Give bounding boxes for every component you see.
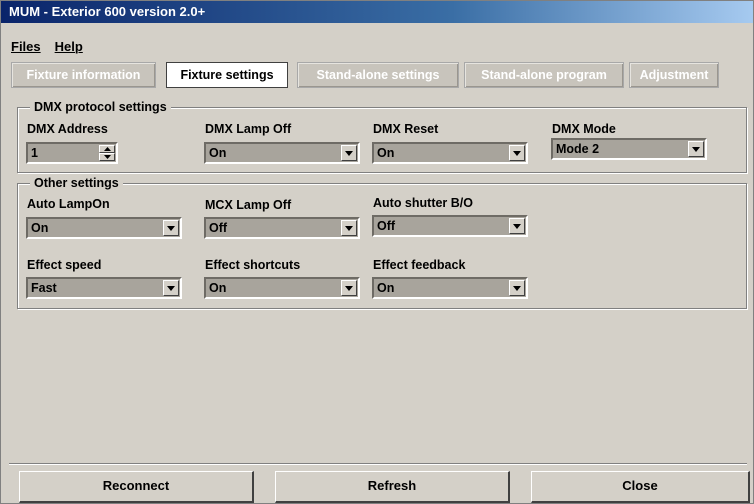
chevron-down-icon — [345, 286, 353, 291]
effect-feedback-value: On — [377, 281, 395, 295]
spin-down-button[interactable] — [99, 153, 115, 161]
spin-up-button[interactable] — [99, 145, 115, 153]
arrow-up-icon — [104, 147, 111, 151]
dropdown-button[interactable] — [509, 145, 525, 161]
effect-feedback-label: Effect feedback — [373, 258, 466, 272]
auto-lamp-on-select[interactable]: On — [26, 217, 182, 239]
chevron-down-icon — [345, 151, 353, 156]
chevron-down-icon — [513, 286, 521, 291]
auto-shutter-label: Auto shutter B/O — [373, 196, 473, 210]
chevron-down-icon — [167, 286, 175, 291]
window-title: MUM - Exterior 600 version 2.0+ — [9, 4, 206, 19]
reconnect-button[interactable]: Reconnect — [19, 471, 254, 503]
effect-shortcuts-select[interactable]: On — [204, 277, 360, 299]
chevron-down-icon — [513, 151, 521, 156]
auto-lamp-on-label: Auto LampOn — [27, 197, 110, 211]
bottom-divider — [9, 463, 747, 464]
mcx-lamp-off-label: MCX Lamp Off — [205, 198, 292, 212]
chevron-down-icon — [167, 226, 175, 231]
dmx-mode-value: Mode 2 — [556, 142, 600, 156]
effect-speed-select[interactable]: Fast — [26, 277, 182, 299]
dmx-reset-value: On — [377, 146, 395, 160]
tab-stand-alone-program[interactable]: Stand-alone program — [464, 62, 624, 88]
tab-fixture-settings[interactable]: Fixture settings — [166, 62, 288, 88]
effect-speed-label: Effect speed — [27, 258, 102, 272]
tab-adjustment[interactable]: Adjustment — [629, 62, 719, 88]
dropdown-button[interactable] — [163, 220, 179, 236]
dmx-group-legend: DMX protocol settings — [30, 99, 171, 115]
effect-speed-value: Fast — [31, 281, 57, 295]
arrow-down-icon — [104, 155, 111, 159]
dmx-lamp-off-value: On — [209, 146, 227, 160]
dmx-lamp-off-label: DMX Lamp Off — [205, 122, 292, 136]
refresh-button[interactable]: Refresh — [275, 471, 510, 503]
menu-files[interactable]: Files — [11, 39, 41, 57]
dropdown-button[interactable] — [509, 280, 525, 296]
chevron-down-icon — [692, 147, 700, 152]
menu-bar: Files Help — [11, 39, 83, 57]
effect-shortcuts-label: Effect shortcuts — [205, 258, 301, 272]
dropdown-button[interactable] — [341, 220, 357, 236]
dmx-address-spinner[interactable]: 1 — [26, 142, 118, 164]
menu-help[interactable]: Help — [55, 39, 83, 57]
dmx-address-label: DMX Address — [27, 122, 108, 136]
dropdown-button[interactable] — [341, 280, 357, 296]
tab-fixture-information[interactable]: Fixture information — [11, 62, 156, 88]
dmx-lamp-off-select[interactable]: On — [204, 142, 360, 164]
close-button[interactable]: Close — [531, 471, 750, 503]
effect-shortcuts-value: On — [209, 281, 227, 295]
effect-feedback-select[interactable]: On — [372, 277, 528, 299]
title-bar: MUM - Exterior 600 version 2.0+ — [1, 1, 753, 23]
dmx-address-value: 1 — [31, 146, 38, 160]
auto-shutter-value: Off — [377, 219, 396, 233]
dropdown-button[interactable] — [509, 218, 525, 234]
tab-stand-alone-settings[interactable]: Stand-alone settings — [297, 62, 459, 88]
main-window: MUM - Exterior 600 version 2.0+ Files He… — [0, 0, 754, 504]
other-group-legend: Other settings — [30, 175, 123, 191]
dropdown-button[interactable] — [341, 145, 357, 161]
dmx-reset-label: DMX Reset — [373, 122, 439, 136]
dropdown-button[interactable] — [688, 141, 704, 157]
auto-lamp-on-value: On — [31, 221, 49, 235]
mcx-lamp-off-value: Off — [209, 221, 228, 235]
auto-shutter-select[interactable]: Off — [372, 215, 528, 237]
dropdown-button[interactable] — [163, 280, 179, 296]
dmx-mode-label: DMX Mode — [552, 122, 616, 136]
dmx-reset-select[interactable]: On — [372, 142, 528, 164]
chevron-down-icon — [513, 224, 521, 229]
mcx-lamp-off-select[interactable]: Off — [204, 217, 360, 239]
chevron-down-icon — [345, 226, 353, 231]
dmx-mode-select[interactable]: Mode 2 — [551, 138, 707, 160]
